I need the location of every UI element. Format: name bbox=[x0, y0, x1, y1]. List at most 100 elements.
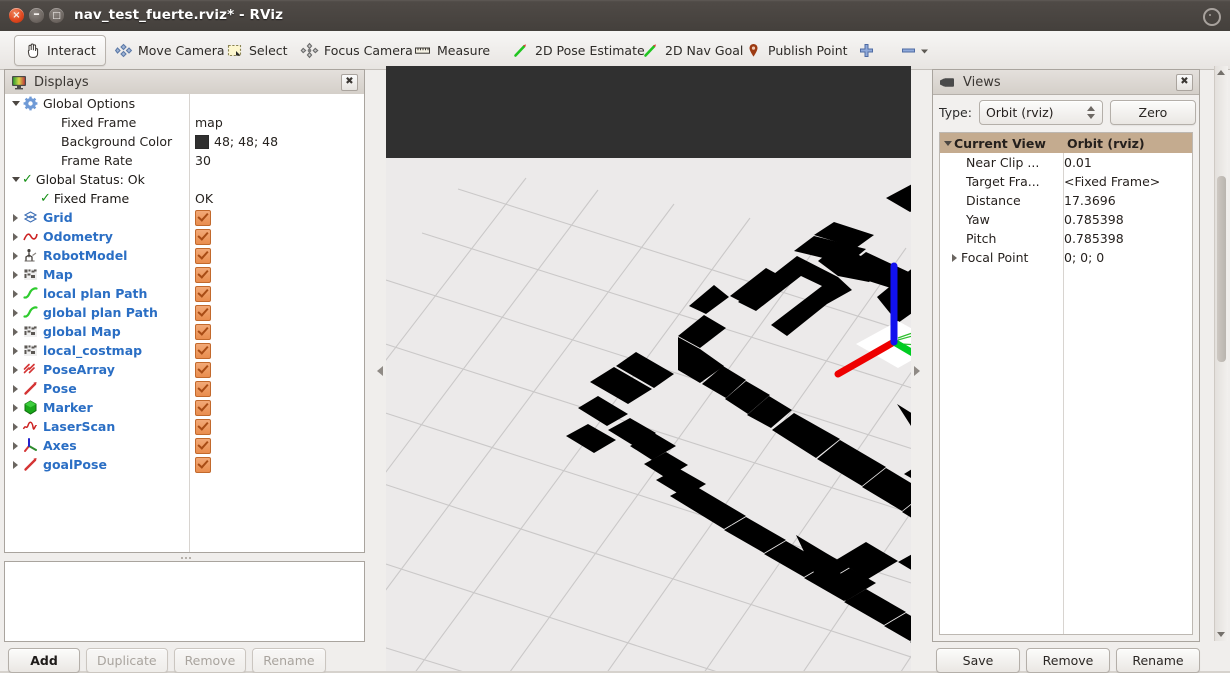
display-tree-row[interactable]: Fixed Frame map bbox=[5, 113, 364, 132]
display-tree-row[interactable]: ✓ Global Status: Ok bbox=[5, 170, 364, 189]
chevron-right-icon[interactable] bbox=[11, 322, 22, 341]
display-tree-value[interactable]: OK bbox=[195, 191, 213, 206]
displays-close-button[interactable]: ✖ bbox=[341, 73, 358, 91]
enable-checkbox[interactable] bbox=[195, 305, 211, 321]
enable-checkbox[interactable] bbox=[195, 381, 211, 397]
chevron-down-icon[interactable] bbox=[11, 94, 22, 113]
current-view-header[interactable]: Current View Orbit (rviz) bbox=[940, 133, 1192, 153]
display-tree-row[interactable]: global Map bbox=[5, 322, 364, 341]
display-tree-row[interactable]: goalPose bbox=[5, 455, 364, 474]
enable-checkbox[interactable] bbox=[195, 248, 211, 264]
scroll-down-icon[interactable] bbox=[1217, 632, 1225, 637]
window-minimize-button[interactable]: – bbox=[29, 8, 44, 23]
enable-checkbox[interactable] bbox=[195, 400, 211, 416]
display-tree-row[interactable]: Background Color 48; 48; 48 bbox=[5, 132, 364, 151]
left-panel-splitter[interactable] bbox=[374, 66, 386, 671]
view-property-row[interactable]: Yaw 0.785398 bbox=[940, 210, 1192, 229]
rename-view-button[interactable]: Rename bbox=[1116, 648, 1200, 673]
display-tree-row[interactable]: Map bbox=[5, 265, 364, 284]
chevron-right-icon[interactable] bbox=[11, 227, 22, 246]
view-property-row[interactable]: Near Clip ... 0.01 bbox=[940, 153, 1192, 172]
chevron-right-icon[interactable] bbox=[11, 208, 22, 227]
chevron-right-icon[interactable] bbox=[11, 455, 22, 474]
chevron-right-icon[interactable] bbox=[11, 341, 22, 360]
add-tool-button[interactable] bbox=[851, 35, 882, 66]
duplicate-button[interactable]: Duplicate bbox=[86, 648, 168, 673]
add-button[interactable]: Add bbox=[8, 648, 80, 673]
tool-label: Publish Point bbox=[768, 43, 848, 58]
display-tree-row[interactable]: Odometry bbox=[5, 227, 364, 246]
display-tree-row[interactable]: Pose bbox=[5, 379, 364, 398]
tool-interact[interactable]: Interact bbox=[14, 35, 106, 66]
tool-select[interactable]: Select bbox=[216, 35, 298, 66]
display-tree-row[interactable]: local plan Path bbox=[5, 284, 364, 303]
display-tree-value[interactable]: map bbox=[195, 115, 223, 130]
enable-checkbox[interactable] bbox=[195, 210, 211, 226]
display-tree-row[interactable]: Global Options bbox=[5, 94, 364, 113]
tool-publish-point[interactable]: Publish Point bbox=[735, 35, 858, 66]
view-property-label: Pitch bbox=[966, 231, 997, 246]
scroll-up-icon[interactable] bbox=[1217, 70, 1225, 75]
display-tree-row[interactable]: global plan Path bbox=[5, 303, 364, 322]
chevron-right-icon[interactable] bbox=[11, 246, 22, 265]
view-property-row[interactable]: Focal Point 0; 0; 0 bbox=[940, 248, 1192, 267]
chevron-right-icon[interactable] bbox=[11, 303, 22, 322]
display-tree-value[interactable]: 48; 48; 48 bbox=[195, 134, 278, 149]
right-scrollbar[interactable] bbox=[1214, 66, 1228, 641]
enable-checkbox[interactable] bbox=[195, 438, 211, 454]
right-panel-splitter[interactable] bbox=[911, 66, 923, 671]
remove-view-button[interactable]: Remove bbox=[1026, 648, 1110, 673]
display-tree-row[interactable]: RobotModel bbox=[5, 246, 364, 265]
window-menu-icon[interactable] bbox=[1203, 8, 1221, 26]
chevron-right-icon[interactable] bbox=[11, 417, 22, 436]
window-close-button[interactable]: × bbox=[9, 8, 24, 23]
chevron-right-icon[interactable] bbox=[950, 248, 961, 267]
chevron-down-icon[interactable] bbox=[943, 134, 954, 153]
display-tree-row[interactable]: Grid bbox=[5, 208, 364, 227]
rename-display-button[interactable]: Rename bbox=[252, 648, 326, 673]
tool-focus-camera[interactable]: Focus Camera bbox=[291, 35, 423, 66]
enable-checkbox[interactable] bbox=[195, 457, 211, 473]
chevron-down-icon[interactable] bbox=[11, 170, 22, 189]
chevron-right-icon[interactable] bbox=[11, 379, 22, 398]
save-view-button[interactable]: Save bbox=[936, 648, 1020, 673]
chevron-right-icon[interactable] bbox=[11, 398, 22, 417]
display-tree-row[interactable]: Axes bbox=[5, 436, 364, 455]
display-tree-row[interactable]: LaserScan bbox=[5, 417, 364, 436]
display-tree-row[interactable]: Marker bbox=[5, 398, 364, 417]
remove-tool-button[interactable] bbox=[895, 35, 935, 66]
remove-display-button[interactable]: Remove bbox=[173, 648, 247, 673]
view-property-row[interactable]: Pitch 0.785398 bbox=[940, 229, 1192, 248]
enable-checkbox[interactable] bbox=[195, 267, 211, 283]
enable-checkbox[interactable] bbox=[195, 324, 211, 340]
zero-button[interactable]: Zero bbox=[1109, 100, 1196, 125]
display-tree-row[interactable]: local_costmap bbox=[5, 341, 364, 360]
view-type-select[interactable]: Orbit (rviz) bbox=[978, 100, 1103, 125]
enable-checkbox[interactable] bbox=[195, 229, 211, 245]
display-tree-value[interactable]: 30 bbox=[195, 153, 211, 168]
enable-checkbox[interactable] bbox=[195, 286, 211, 302]
3d-render-view[interactable] bbox=[386, 66, 911, 671]
view-property-row[interactable]: Target Fra... <Fixed Frame> bbox=[940, 172, 1192, 191]
enable-checkbox[interactable] bbox=[195, 343, 211, 359]
enable-checkbox[interactable] bbox=[195, 419, 211, 435]
tool-measure[interactable]: Measure bbox=[404, 35, 500, 66]
scrollbar-thumb[interactable] bbox=[1217, 176, 1226, 362]
display-tree-row[interactable]: Frame Rate 30 bbox=[5, 151, 364, 170]
window-maximize-button[interactable]: □ bbox=[49, 8, 64, 23]
displays-tree[interactable]: Global Options Fixed Frame map Background C… bbox=[5, 94, 364, 552]
display-tree-row[interactable]: ✓ Fixed Frame OK bbox=[5, 189, 364, 208]
views-close-button[interactable]: ✖ bbox=[1176, 73, 1193, 91]
display-tree-row[interactable]: PoseArray bbox=[5, 360, 364, 379]
view-property-row[interactable]: Distance 17.3696 bbox=[940, 191, 1192, 210]
panel-splitter-grip[interactable] bbox=[5, 554, 366, 561]
value-text: OK bbox=[195, 191, 214, 206]
display-tree-label: Global Status: Ok bbox=[35, 172, 145, 187]
chevron-right-icon[interactable] bbox=[11, 360, 22, 379]
enable-checkbox[interactable] bbox=[195, 362, 211, 378]
display-tree-label: Pose bbox=[43, 381, 77, 396]
chevron-right-icon[interactable] bbox=[11, 284, 22, 303]
chevron-right-icon[interactable] bbox=[11, 436, 22, 455]
current-view-tree[interactable]: Current View Orbit (rviz) Near Clip ... 0… bbox=[939, 132, 1193, 635]
chevron-right-icon[interactable] bbox=[11, 265, 22, 284]
